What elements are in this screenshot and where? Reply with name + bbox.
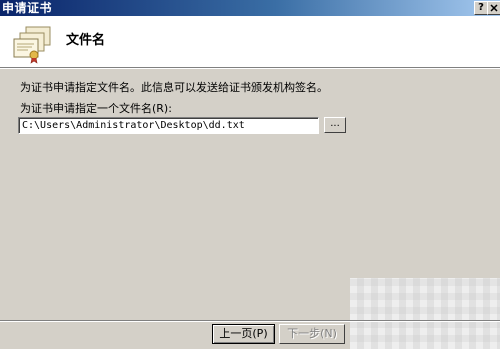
instruction-text: 为证书申请指定文件名。此信息可以发送给证书颁发机构签名。: [20, 81, 328, 94]
window-title: 申请证书: [2, 1, 53, 15]
close-icon: [490, 4, 498, 12]
header-divider-highlight: [0, 68, 500, 69]
title-bar: 申请证书 ?: [0, 0, 500, 16]
help-button[interactable]: ?: [474, 1, 488, 15]
footer-divider-highlight: [0, 321, 500, 322]
wizard-header: 文件名: [0, 16, 500, 67]
back-button[interactable]: 上一页(P): [212, 324, 275, 344]
certificate-stack-icon: [13, 26, 51, 64]
close-button[interactable]: [487, 1, 500, 15]
page-title: 文件名: [66, 33, 106, 48]
browse-button[interactable]: ...: [324, 117, 346, 133]
next-button[interactable]: 下一步(N): [279, 324, 345, 344]
filename-input[interactable]: [18, 117, 319, 134]
blurred-overlay: [350, 278, 500, 349]
filename-label: 为证书申请指定一个文件名(R):: [20, 102, 172, 115]
